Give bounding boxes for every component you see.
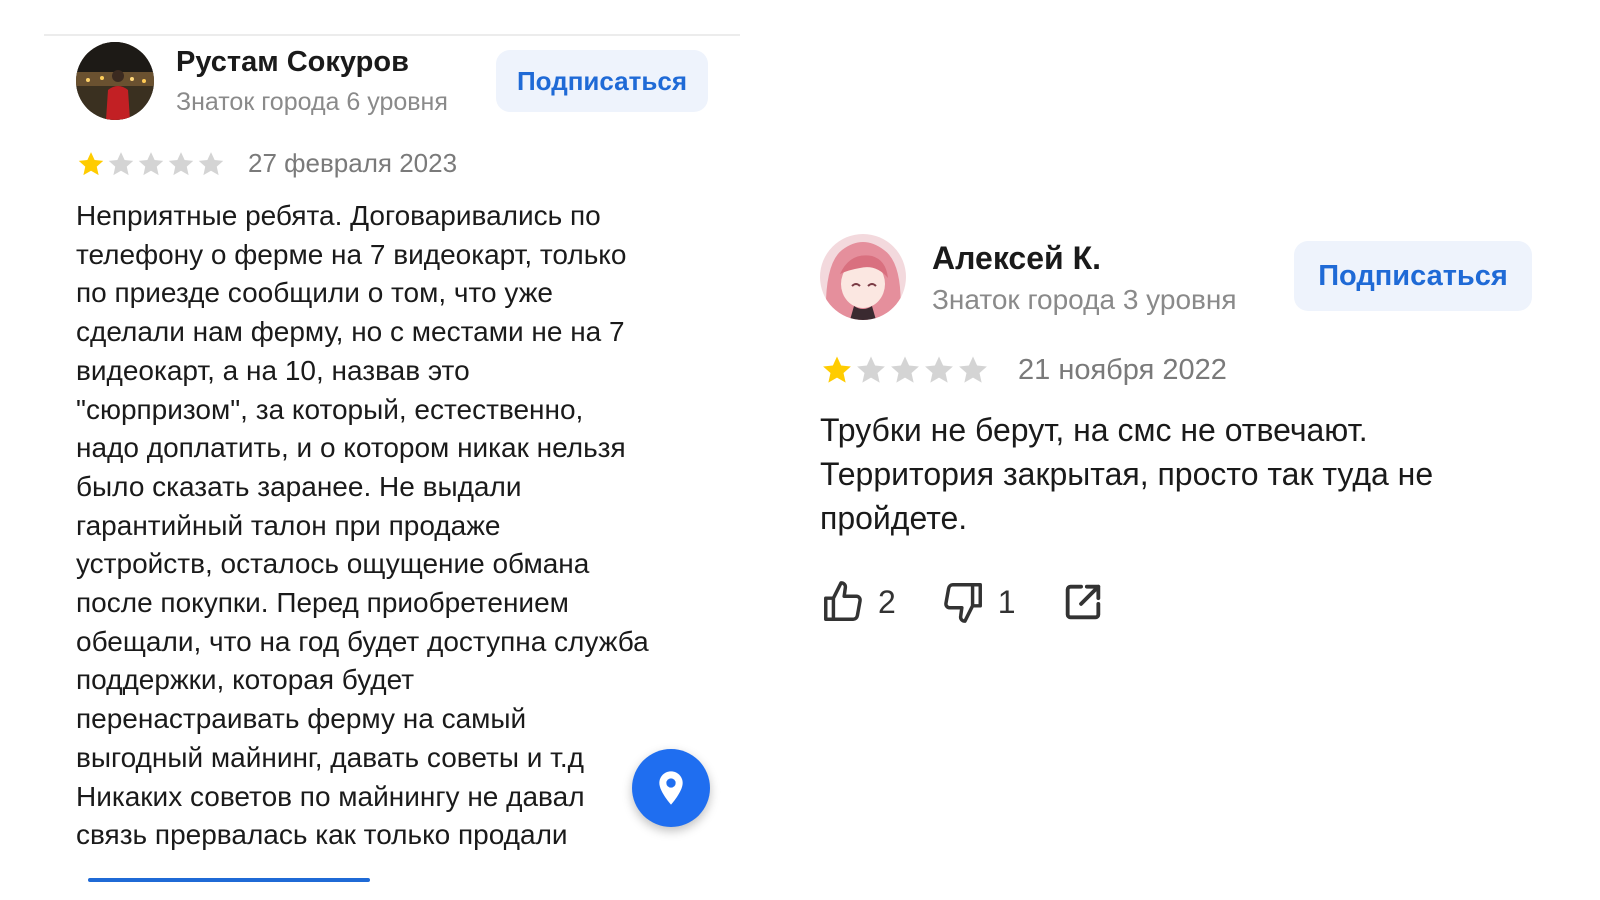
author-name[interactable]: Рустам Сокуров	[176, 46, 409, 79]
star-rating	[76, 149, 226, 179]
star-empty-icon	[106, 149, 136, 179]
star-filled-icon	[820, 353, 854, 387]
like-count: 2	[878, 583, 896, 620]
review-actions: 2 1	[820, 579, 1150, 625]
review-text-line: Неприятные ребята. Договаривались по	[76, 200, 601, 231]
review-text-line: надо доплатить, и о котором никак нельзя	[76, 432, 626, 464]
author-level: Знаток города 3 уровня	[932, 284, 1237, 315]
rating-row: 21 ноября 2022	[820, 353, 1227, 387]
map-pin-button[interactable]	[632, 749, 710, 827]
user-avatar[interactable]	[820, 234, 906, 320]
review-text-line: поддержки, которая будет	[76, 664, 415, 696]
star-empty-icon	[888, 353, 922, 387]
author-level: Знаток города 6 уровня	[176, 88, 448, 116]
review-text-line: перенастраивать ферму на самый	[76, 703, 527, 735]
review-text-line: устройств, осталось ощущение обмана	[76, 548, 590, 580]
dislike-button[interactable]: 1	[940, 579, 1016, 625]
star-filled-icon	[76, 149, 106, 179]
review-text-line: "сюрпризом", за который, естественно,	[76, 393, 584, 425]
map-pin-icon	[659, 771, 683, 805]
review-header: Алексей К. Знаток города 3 уровня Подпис…	[820, 234, 1550, 320]
author-name[interactable]: Алексей К.	[932, 240, 1101, 277]
review-text-line: выгодный майнинг, давать советы и т.д	[76, 741, 584, 773]
review-date: 21 ноября 2022	[1018, 353, 1227, 386]
avatar-image-icon	[820, 234, 906, 320]
share-icon	[1065, 584, 1100, 620]
review-text-line: было сказать заранее. Не выдали	[76, 470, 522, 502]
review-text-line: видеокарт, а на 10, назвав это	[76, 354, 470, 386]
review-text-line: пройдете.	[820, 500, 968, 536]
like-button[interactable]: 2	[820, 579, 896, 625]
star-empty-icon	[196, 149, 226, 179]
review-text: Неприятные ребята. Договаривались по тел…	[76, 197, 649, 855]
thumbs-down-icon	[943, 583, 982, 623]
star-rating	[820, 353, 990, 387]
review-text-line: по приезде сообщили о том, что уже	[76, 277, 553, 309]
star-empty-icon	[136, 149, 166, 179]
review-text-line: Территория закрытая, просто так туда не	[820, 456, 1434, 492]
thumbs-up-icon	[824, 581, 862, 621]
share-button[interactable]	[1060, 579, 1106, 625]
subscribe-button[interactable]: Подписаться	[496, 50, 708, 112]
review-text-line: связь прервалась как только продали	[76, 819, 568, 851]
bottom-button-edge[interactable]	[88, 878, 370, 882]
review-text-line: Никаких советов по майнингу не давал	[76, 780, 585, 812]
avatar-image-icon	[76, 42, 154, 120]
review-card-2: Алексей К. Знаток города 3 уровня Подпис…	[820, 234, 1550, 623]
review-text-line: телефону о ферме на 7 видеокарт, только	[76, 238, 627, 270]
review-text-line: Трубки не берут, на смс не отвечают.	[820, 412, 1368, 448]
subscribe-button[interactable]: Подписаться	[1294, 241, 1532, 311]
rating-row: 27 февраля 2023	[76, 148, 457, 179]
review-card-1: Рустам Сокуров Знаток города 6 уровня По…	[76, 42, 736, 850]
top-divider	[44, 34, 740, 36]
review-text-line: обещали, что на год будет доступна служб…	[76, 625, 649, 657]
star-empty-icon	[166, 149, 196, 179]
review-date: 27 февраля 2023	[248, 148, 458, 178]
star-empty-icon	[956, 353, 990, 387]
user-avatar[interactable]	[76, 42, 154, 120]
review-text-line: гарантийный талон при продаже	[76, 509, 501, 541]
review-text-line: после покупки. Перед приобретением	[76, 587, 569, 619]
dislike-count: 1	[997, 583, 1016, 620]
star-empty-icon	[854, 353, 888, 387]
review-text: Трубки не берут, на смс не отвечают. Тер…	[820, 408, 1433, 540]
review-header: Рустам Сокуров Знаток города 6 уровня По…	[76, 42, 736, 122]
review-text-line: сделали нам ферму, но с местами не на 7	[76, 316, 625, 348]
star-empty-icon	[922, 353, 956, 387]
